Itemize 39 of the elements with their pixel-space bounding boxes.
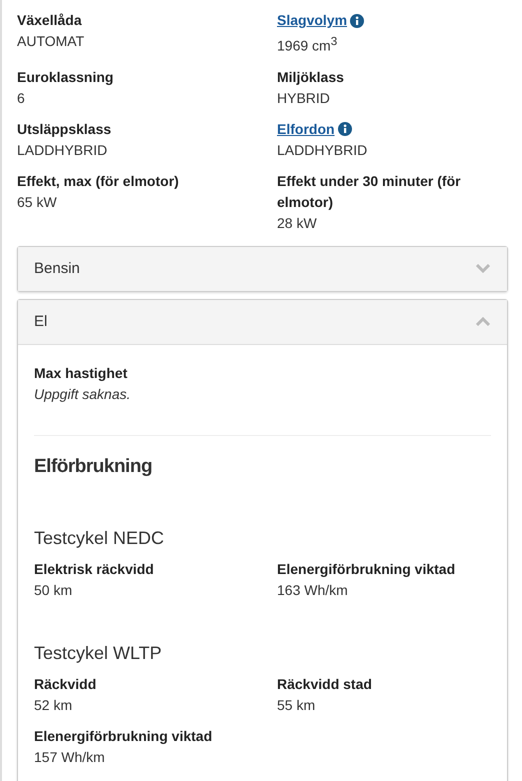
spec-value: 28 kW [277, 214, 318, 233]
field-value: 163 Wh/km [277, 580, 349, 600]
accordion-header[interactable]: Bensin [18, 246, 507, 291]
spec-link[interactable]: Slagvolym [277, 10, 348, 31]
field-value: 55 km [277, 696, 316, 715]
spec-label: Effekt under 30 minuter (för elmotor) [277, 172, 462, 212]
field-label: Max hastighet [34, 364, 128, 383]
spec-link[interactable]: Elfordon [277, 118, 335, 140]
accordion-title: Bensin [34, 260, 80, 278]
chevron-up-icon [476, 317, 490, 326]
field-value: 50 km [34, 580, 74, 600]
spec-label: Utsläppsklass [17, 120, 112, 139]
spec-value: AUTOMAT [17, 32, 86, 51]
field-value: 157 Wh/km [34, 748, 106, 767]
info-icon[interactable] [350, 14, 364, 28]
subsection-heading: Testcykel NEDC [34, 528, 166, 549]
chevron-down-icon [476, 264, 490, 274]
spec-value: 65 kW [17, 192, 58, 212]
spec-value: HYBRID [277, 88, 331, 108]
field-value: 52 km [34, 696, 74, 715]
field-label: Räckvidd stad [277, 674, 373, 694]
spec-value: 6 [17, 88, 26, 108]
spec-label: Euroklassning [17, 68, 114, 87]
spec-value: LADDHYBRID [277, 140, 368, 160]
field-value: Uppgift saknas. [34, 384, 132, 404]
field-label: Elektrisk räckvidd [34, 560, 155, 579]
field-label: Räckvidd [34, 674, 98, 694]
subsection-heading: Testcykel WLTP [34, 642, 163, 664]
spec-label: Effekt, max (för elmotor) [17, 172, 180, 191]
field-label: Elenergiförbrukning viktad [277, 560, 456, 579]
field-label: Elenergiförbrukning viktad [34, 726, 214, 746]
spec-value: 1969 cm$^{3}$ [277, 34, 338, 56]
section-heading: Elförbrukning [34, 456, 154, 478]
accordion-title: El [34, 313, 48, 330]
spec-label: Miljöklass [277, 68, 345, 87]
spec-value: LADDHYBRID [17, 140, 108, 160]
accordion-header[interactable]: El [18, 300, 507, 345]
info-icon[interactable] [338, 122, 352, 136]
spec-label: Växellåda [17, 11, 83, 30]
